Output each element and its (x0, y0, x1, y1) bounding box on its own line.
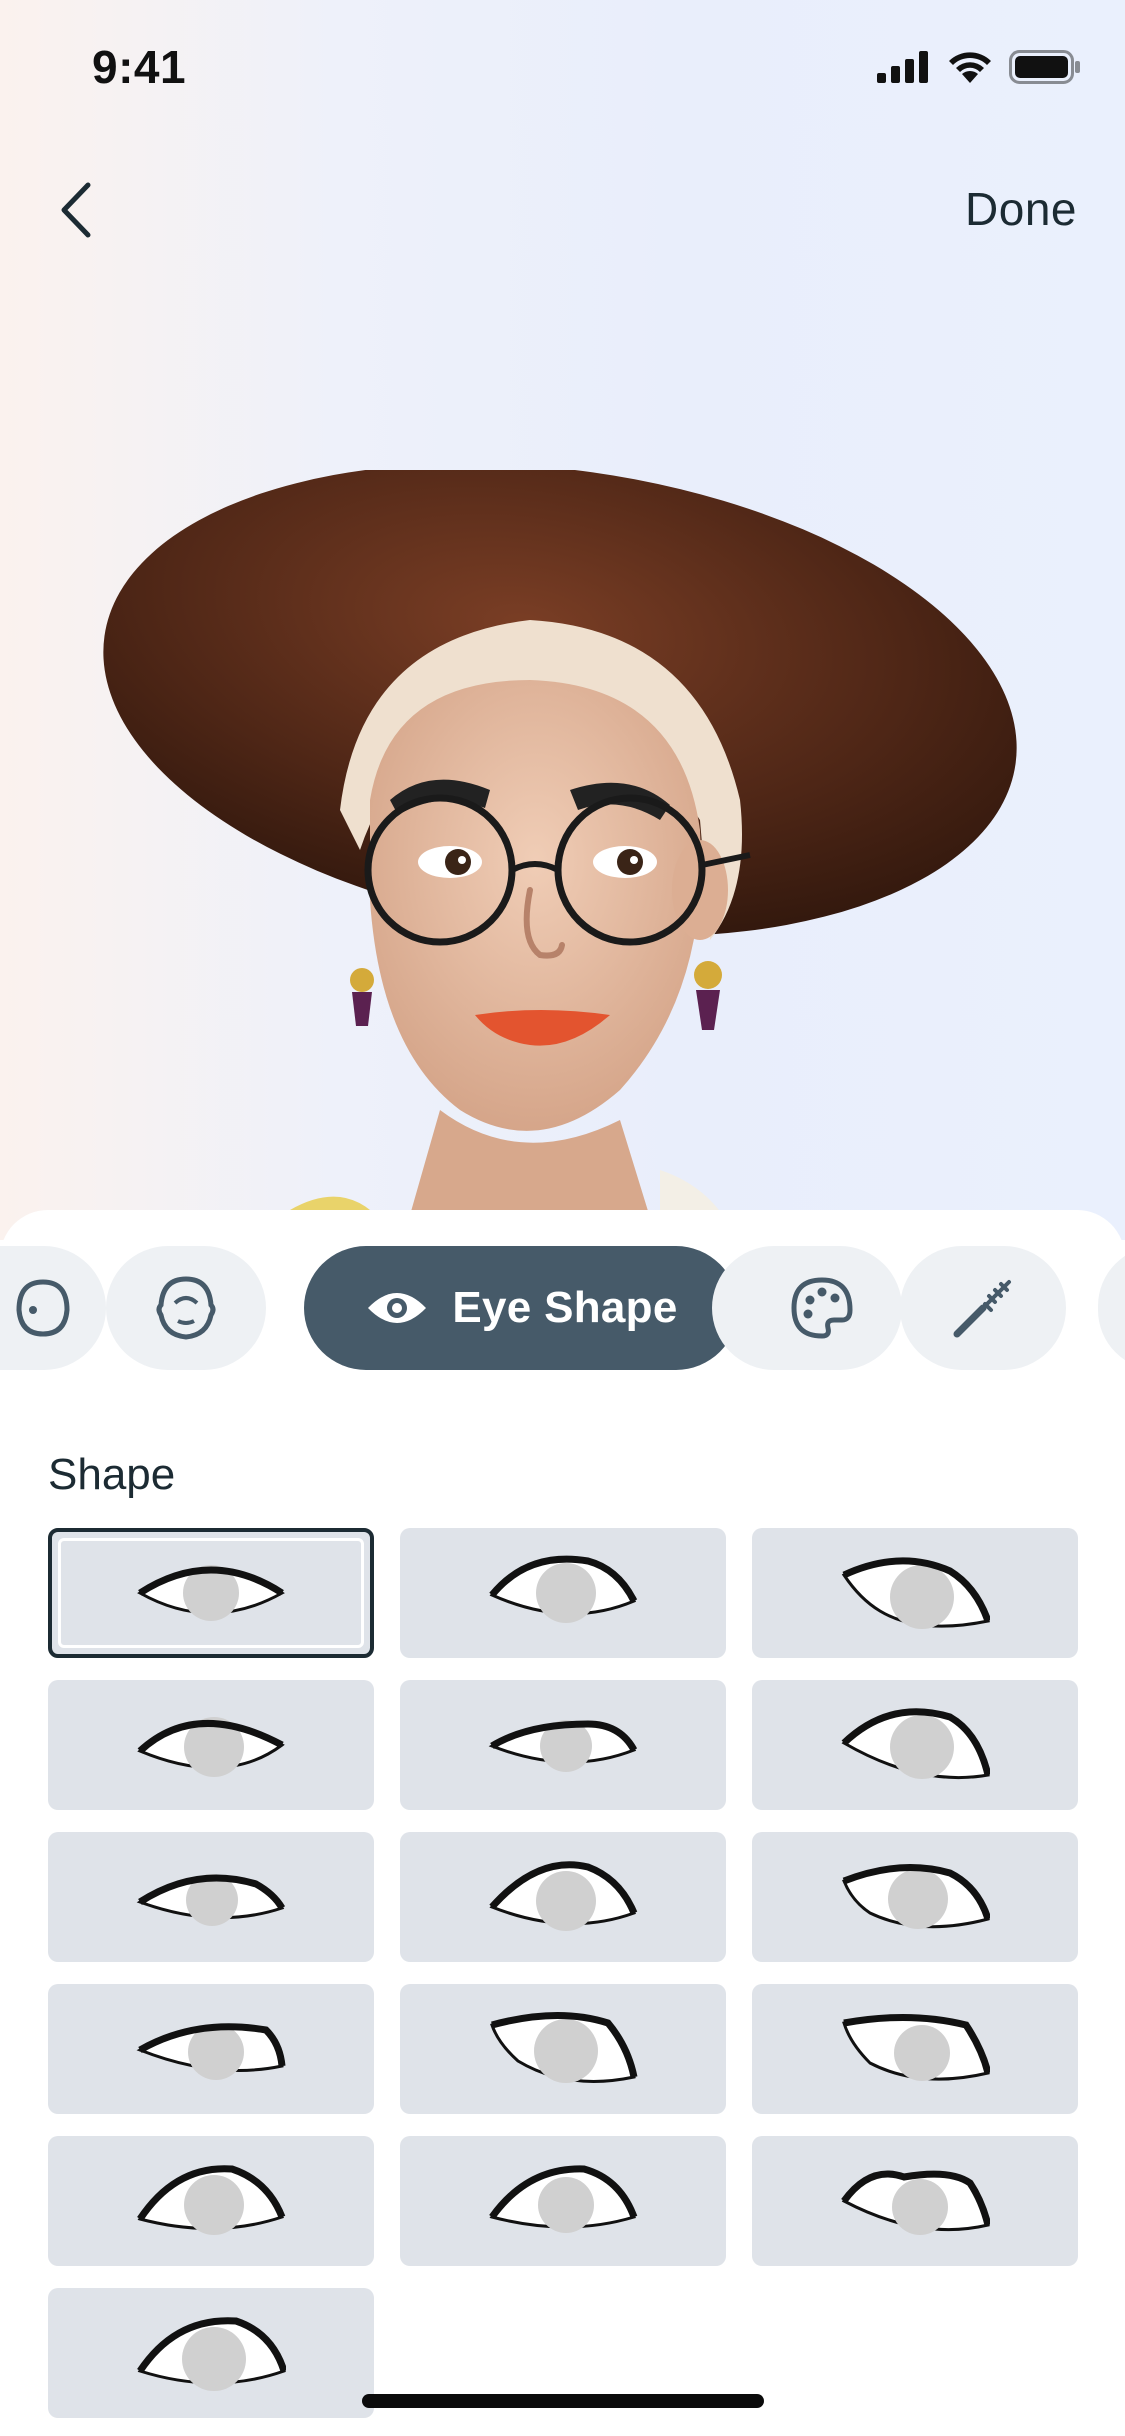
eye-shape-12-icon (842, 2014, 990, 2081)
eye-shape-4-icon (137, 1717, 285, 1777)
tab-more[interactable] (1098, 1246, 1125, 1370)
home-indicator[interactable] (362, 2394, 764, 2408)
eye-icon (368, 1293, 427, 1323)
eye-shape-option-8[interactable] (400, 1832, 726, 1962)
tab-eye-shape-label: Eye Shape (452, 1283, 678, 1332)
status-time: 9:41 (92, 41, 187, 93)
eye-shape-option-1[interactable] (48, 1528, 374, 1658)
tab-face-shape[interactable] (0, 1246, 106, 1370)
eye-shape-option-3[interactable] (752, 1528, 1078, 1658)
avatar-preview-area: 9:41 Done (0, 0, 1125, 1240)
eye-shape-option-15[interactable] (752, 2136, 1078, 2266)
eye-shape-15-icon (841, 2170, 990, 2235)
category-tab-bar: Eye Shape (0, 1246, 1125, 1370)
eye-shape-option-14[interactable] (400, 2136, 726, 2266)
mascara-wand-icon (953, 1280, 1011, 1338)
avatar-3d-preview[interactable] (100, 470, 1060, 1240)
face-outline-icon (16, 1279, 70, 1337)
eye-shape-7-icon (136, 1874, 286, 1926)
eye-shape-3-icon (841, 1557, 990, 1629)
eye-shape-13-icon (137, 2165, 286, 2235)
eye-shape-option-12[interactable] (752, 1984, 1078, 2114)
wifi-icon (949, 52, 991, 83)
status-icons (877, 50, 1081, 84)
eye-shape-option-6[interactable] (752, 1680, 1078, 1810)
back-button[interactable] (46, 178, 106, 242)
status-bar: 9:41 (0, 0, 1125, 140)
eye-shape-option-10[interactable] (48, 1984, 374, 2114)
eye-shape-option-5[interactable] (400, 1680, 726, 1810)
cellular-signal-icon (877, 51, 928, 83)
eye-shape-10-icon (136, 2023, 286, 2080)
eye-shape-11-icon (490, 2011, 638, 2083)
tab-eye-shape[interactable]: Eye Shape (304, 1246, 738, 1370)
eye-shape-option-4[interactable] (48, 1680, 374, 1810)
tab-eye-makeup[interactable] (900, 1246, 1066, 1370)
customization-panel: Eye Shape Shape (0, 1210, 1125, 2436)
eye-shape-option-11[interactable] (400, 1984, 726, 2114)
eye-shape-8-icon (489, 1861, 638, 1931)
eye-shape-option-13[interactable] (48, 2136, 374, 2266)
eye-shape-option-16[interactable] (48, 2288, 374, 2418)
done-button[interactable]: Done (965, 182, 1077, 236)
eye-shape-2-icon (489, 1555, 638, 1623)
eye-shape-5-icon (488, 1720, 638, 1772)
eye-shape-option-7[interactable] (48, 1832, 374, 1962)
eye-shape-6-icon (841, 1708, 990, 1780)
palette-icon (791, 1277, 853, 1339)
eye-shape-option-2[interactable] (400, 1528, 726, 1658)
eye-shape-1-icon (137, 1565, 285, 1621)
head-outline-icon (156, 1276, 216, 1340)
nav-bar: Done (0, 160, 1125, 260)
eye-shape-16-icon (137, 2317, 286, 2391)
battery-icon (1009, 50, 1080, 84)
section-label-shape: Shape (48, 1450, 176, 1499)
eye-shape-14-icon (489, 2165, 638, 2233)
eye-shape-option-9[interactable] (752, 1832, 1078, 1962)
chevron-left-icon (61, 182, 91, 238)
tab-eye-color[interactable] (712, 1246, 902, 1370)
eye-shape-9-icon (842, 1864, 990, 1929)
tab-head[interactable] (106, 1246, 266, 1370)
